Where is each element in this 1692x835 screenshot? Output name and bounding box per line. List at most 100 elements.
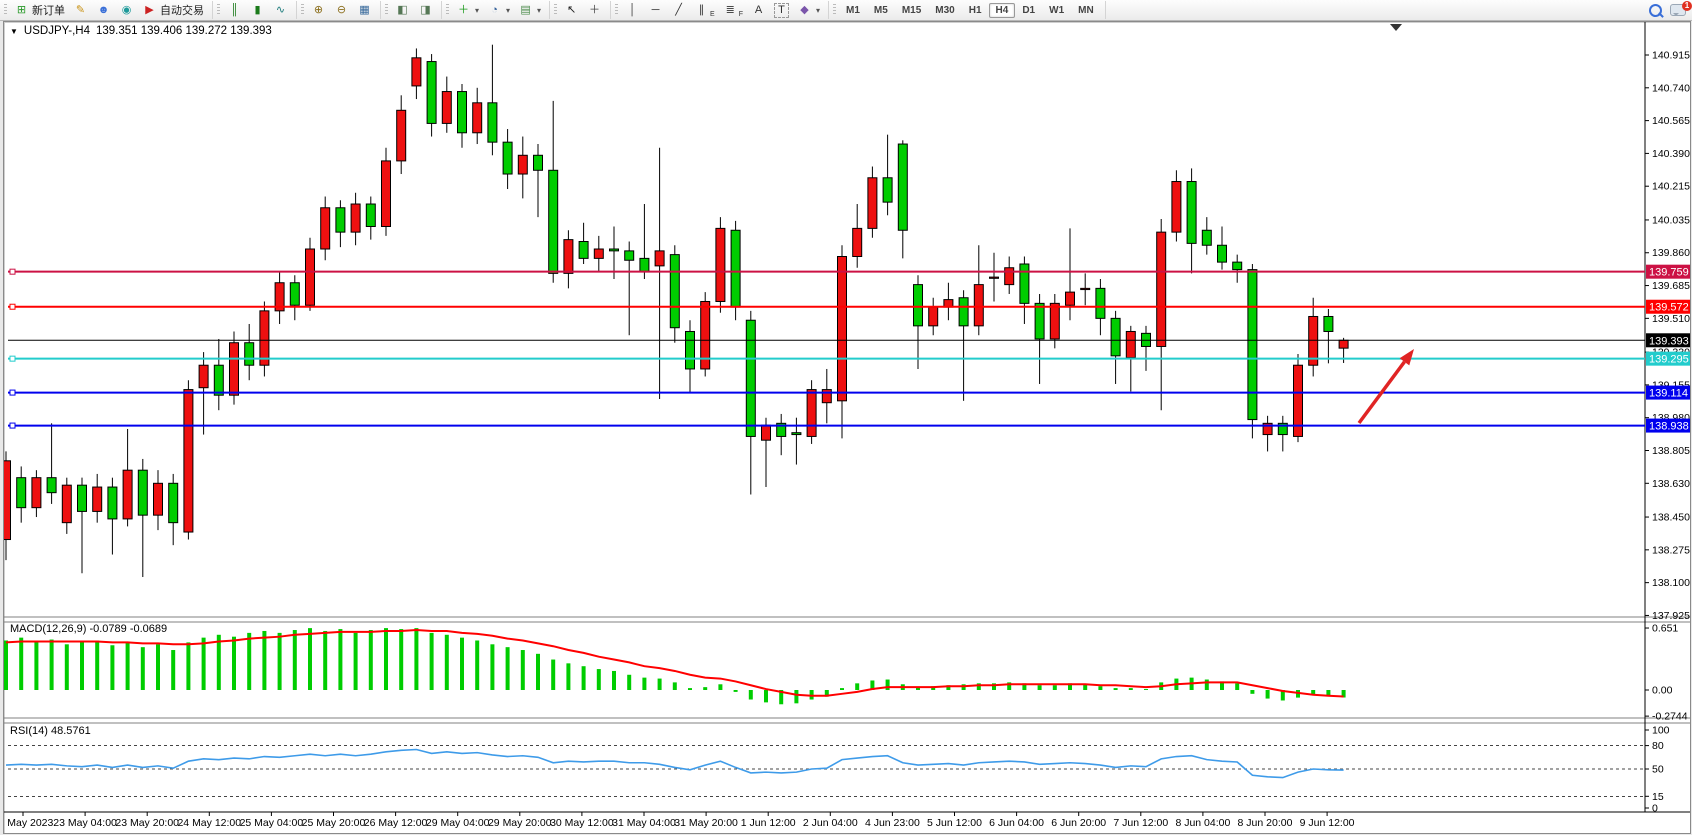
bear-candle <box>792 433 801 435</box>
svg-text:23 May 20:00: 23 May 20:00 <box>115 817 179 829</box>
chart-title: ▼ USDJPY-,H4 139.351 139.406 139.272 139… <box>10 25 272 37</box>
svg-text:26 May 12:00: 26 May 12:00 <box>364 817 428 829</box>
candles-layer[interactable] <box>4 45 1348 577</box>
zoom-in-button[interactable]: ⊕ <box>307 1 330 19</box>
svg-text:140.390: 140.390 <box>1652 148 1690 160</box>
mt4-terminal: { "toolbar": { "groups": [ {"items":[ {"… <box>0 0 1692 835</box>
bear-candle <box>290 283 299 305</box>
notifications-icon[interactable]: 1 <box>1670 4 1686 16</box>
bull-candle <box>397 110 406 161</box>
equidistant-channel-button[interactable]: ∥E <box>690 1 719 19</box>
bull-candle <box>4 461 11 540</box>
indicators-button[interactable]: ＋▾ <box>452 1 483 19</box>
bull-candle <box>123 470 132 519</box>
bear-candle <box>686 331 695 368</box>
timeframe-m1[interactable]: M1 <box>839 3 867 18</box>
chevron-down-icon[interactable]: ▾ <box>475 6 479 15</box>
chart-window[interactable]: ▼ USDJPY-,H4 139.351 139.406 139.272 139… <box>3 21 1691 834</box>
bull-candle <box>260 311 269 365</box>
trendline-icon: ╱ <box>671 3 686 18</box>
candlestick-chart-icon: ▮ <box>250 3 265 18</box>
trendline-button[interactable]: ╱ <box>667 1 690 19</box>
autotrading-button[interactable]: ▶自动交易 <box>138 1 208 19</box>
bear-candle <box>17 478 26 508</box>
auto-scroll-button[interactable]: ◨ <box>414 1 437 19</box>
cursor-button[interactable]: ↖ <box>560 1 583 19</box>
bear-candle <box>1248 270 1257 420</box>
bull-candle <box>93 487 102 511</box>
svg-text:2 Jun 04:00: 2 Jun 04:00 <box>803 817 858 829</box>
zoom-out-button[interactable]: ⊖ <box>330 1 353 19</box>
price-chart-canvas[interactable]: 140.915140.740140.565140.390140.215140.0… <box>4 22 1690 833</box>
crosshair-button[interactable]: ＋ <box>583 1 606 19</box>
bear-candle <box>1324 316 1333 331</box>
market-watch-button[interactable]: ☻ <box>92 1 115 19</box>
bull-candle <box>1157 232 1166 346</box>
text-button[interactable]: A <box>747 1 770 19</box>
svg-text:139.572: 139.572 <box>1649 302 1689 314</box>
svg-text:139.114: 139.114 <box>1649 388 1688 400</box>
svg-text:139.295: 139.295 <box>1649 354 1689 366</box>
chevron-down-icon[interactable]: ▾ <box>816 6 820 15</box>
new-order-icon: ⊞ <box>14 3 29 18</box>
bull-candle <box>382 161 391 227</box>
templates-button[interactable]: ▤▾ <box>514 1 545 19</box>
svg-text:9 Jun 12:00: 9 Jun 12:00 <box>1300 817 1355 829</box>
annotation-arrow[interactable] <box>1359 349 1414 423</box>
bull-candle <box>518 155 527 174</box>
timeframe-d1[interactable]: D1 <box>1015 3 1042 18</box>
main-toolbar: ⊞新订单✎☻◉▶自动交易║▮∿⊕⊖▦◧◨＋▾◔▾▤▾↖＋│─╱∥E≣FAT◆▾M… <box>0 0 1692 21</box>
timeframe-m5[interactable]: M5 <box>867 3 895 18</box>
svg-text:137.925: 137.925 <box>1652 610 1690 622</box>
periods-button[interactable]: ◔▾ <box>483 1 514 19</box>
text-label-button[interactable]: T <box>770 1 793 19</box>
chevron-down-icon[interactable]: ▾ <box>537 6 541 15</box>
bear-candle <box>138 470 147 515</box>
fibonacci-icon: ≣ <box>723 3 738 18</box>
svg-text:140.215: 140.215 <box>1652 181 1690 193</box>
signals-button[interactable]: ◉ <box>115 1 138 19</box>
bar-chart-icon: ║ <box>227 3 242 18</box>
timeframe-h1[interactable]: H1 <box>962 3 989 18</box>
bear-candle <box>169 483 178 522</box>
bear-candle <box>245 343 254 365</box>
chart-menu-icon[interactable]: ▼ <box>10 27 18 36</box>
bull-candle <box>990 277 999 278</box>
candlestick-chart-button[interactable]: ▮ <box>246 1 269 19</box>
new-order-button[interactable]: ⊞新订单 <box>10 1 69 19</box>
bull-candle <box>716 228 725 301</box>
rsi-levels <box>8 746 1645 797</box>
timeframe-h4[interactable]: H4 <box>989 3 1016 18</box>
shift-marker-icon[interactable] <box>1390 24 1402 31</box>
indicators-icon: ＋ <box>456 3 471 18</box>
timeframe-m30[interactable]: M30 <box>928 3 961 18</box>
bull-candle <box>822 390 831 403</box>
line-chart-button[interactable]: ∿ <box>269 1 292 19</box>
time-scale[interactable]: 22 May 202323 May 04:0023 May 20:0024 Ma… <box>4 812 1355 829</box>
vertical-line-button[interactable]: │ <box>621 1 644 19</box>
rsi-line <box>6 750 1344 778</box>
bear-candle <box>534 155 543 170</box>
timeframe-w1[interactable]: W1 <box>1042 3 1071 18</box>
chart-ohlc-values: 139.351 139.406 139.272 139.393 <box>96 25 272 37</box>
bear-candle <box>1111 318 1120 355</box>
timeframe-m15[interactable]: M15 <box>895 3 928 18</box>
search-icon[interactable] <box>1649 4 1662 17</box>
arrows-button[interactable]: ◆▾ <box>793 1 824 19</box>
bear-candle <box>914 285 923 326</box>
bear-candle <box>1187 182 1196 244</box>
chevron-down-icon[interactable]: ▾ <box>506 6 510 15</box>
arrows-icon: ◆ <box>797 3 812 18</box>
bar-chart-button[interactable]: ║ <box>223 1 246 19</box>
horizontal-line-button[interactable]: ─ <box>644 1 667 19</box>
bear-candle <box>336 208 345 232</box>
bull-candle <box>1066 292 1075 305</box>
svg-text:-0.2744: -0.2744 <box>1652 711 1688 723</box>
timeframe-mn[interactable]: MN <box>1071 3 1101 18</box>
fibonacci-button[interactable]: ≣F <box>719 1 747 19</box>
tile-windows-button[interactable]: ▦ <box>353 1 376 19</box>
chart-shift-button[interactable]: ◧ <box>391 1 414 19</box>
auto-scroll-icon: ◨ <box>418 3 433 18</box>
styles-button[interactable]: ✎ <box>69 1 92 19</box>
bear-candle <box>427 62 436 124</box>
